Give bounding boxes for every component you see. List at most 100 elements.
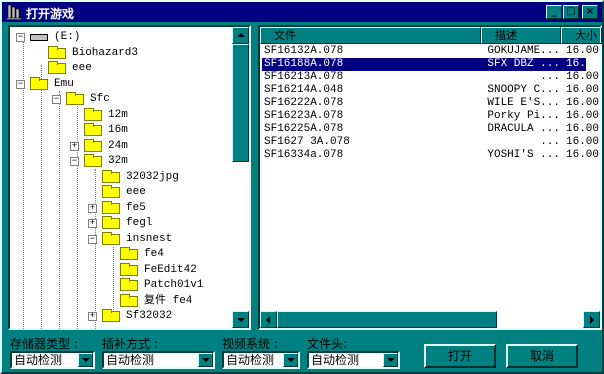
- cell-file: SF16225A.078: [264, 123, 344, 135]
- table-row[interactable]: SF16214A.048 SNOOPY C... 16.00: [262, 84, 599, 97]
- table-row[interactable]: SF16225A.078 DRACULA ... 16.00: [262, 123, 599, 136]
- tree-node-label: 24m: [108, 139, 128, 152]
- interp-mode-select[interactable]: 自动检测: [102, 351, 215, 369]
- collapse-icon[interactable]: −: [88, 234, 97, 244]
- table-row[interactable]: SF16188A.078 SFX DBZ ... 16.00: [262, 58, 599, 71]
- video-system-label: 视频系统 :: [222, 337, 278, 351]
- cell-description: DRACULA ...: [487, 123, 560, 135]
- tree-vertical-scrollbar[interactable]: [232, 27, 249, 328]
- chevron-down-icon[interactable]: [283, 353, 298, 367]
- file-header-value: 自动检测: [311, 353, 360, 367]
- folder-icon: [66, 92, 84, 105]
- cell-size: 16.00: [566, 58, 600, 70]
- tree-guide: [59, 91, 60, 329]
- table-row[interactable]: SF16222A.078 WILE E'S... 16.00: [262, 97, 599, 110]
- folder-icon: [102, 185, 120, 198]
- cell-size: 16.00: [566, 136, 600, 148]
- open-folder-icon: [84, 123, 102, 136]
- scroll-up-button[interactable]: [232, 27, 249, 44]
- tree-guide: [95, 169, 96, 329]
- cell-file: SF16334a.078: [264, 149, 344, 161]
- cell-description: WILE E'S...: [487, 97, 560, 109]
- cell-file: SF16223A.078: [264, 110, 344, 122]
- column-header-file[interactable]: 文件: [260, 27, 481, 44]
- open-button[interactable]: 打开: [424, 344, 496, 368]
- cancel-button[interactable]: 取消: [506, 344, 578, 368]
- arrow-up-icon: [237, 33, 245, 37]
- tree-node-label: fe5: [126, 201, 146, 214]
- close-icon: ×: [585, 6, 595, 17]
- collapse-icon[interactable]: −: [52, 95, 61, 104]
- video-system-select[interactable]: 自动检测: [222, 351, 300, 369]
- folder-icon: [102, 309, 120, 322]
- tree-node-label: 复件 fe4: [144, 294, 193, 307]
- expand-icon[interactable]: +: [70, 141, 79, 151]
- storage-type-select[interactable]: 自动检测: [10, 351, 95, 369]
- file-list[interactable]: 文件 描述 大小 SF16132A.078 GOKUJAME... 16.00 SF1…: [258, 25, 602, 330]
- expand-icon[interactable]: +: [88, 312, 97, 321]
- list-horizontal-scrollbar[interactable]: [260, 311, 600, 328]
- chevron-down-icon[interactable]: [78, 353, 93, 367]
- cell-size: 16.00: [566, 84, 600, 96]
- cell-description: ...: [540, 136, 560, 148]
- expand-icon[interactable]: +: [88, 203, 97, 213]
- folder-icon: [48, 45, 66, 59]
- column-header-description[interactable]: 描述: [481, 27, 561, 44]
- minimize-button[interactable]: _: [546, 5, 562, 19]
- table-row[interactable]: SF16213A.078... 16.00: [262, 71, 599, 84]
- table-row[interactable]: SF16334a.078 YOSHI'S ... 16.00: [262, 149, 599, 162]
- folder-icon: [48, 61, 66, 74]
- folder-icon: [120, 262, 138, 276]
- collapse-icon[interactable]: −: [16, 33, 25, 42]
- tree-node-label: FeEdit42: [144, 263, 197, 276]
- scroll-down-button[interactable]: [232, 311, 249, 328]
- table-row[interactable]: SF16223A.078 Porky Pi... 16.00: [262, 110, 599, 123]
- close-button[interactable]: ×: [582, 5, 598, 19]
- tree-scroll-thumb[interactable]: [232, 44, 249, 162]
- chevron-down-icon[interactable]: [198, 353, 213, 367]
- cell-file: SF16222A.078: [264, 97, 344, 109]
- cell-file: SF16213A.078: [264, 71, 344, 83]
- column-header-size[interactable]: 大小: [561, 27, 602, 44]
- folder-icon: [30, 76, 48, 90]
- cell-size: 16.00: [566, 149, 600, 161]
- title-bar[interactable]: 打开游戏 _ □ ×: [2, 2, 602, 22]
- scroll-right-button[interactable]: [583, 311, 600, 328]
- window-title: 打开游戏: [26, 7, 75, 21]
- cell-description: ...: [540, 71, 560, 83]
- collapse-icon[interactable]: −: [16, 79, 25, 89]
- tree-node-label: eee: [126, 186, 146, 198]
- cell-size: 16.00: [566, 97, 600, 109]
- folder-icon: [120, 247, 138, 260]
- file-header-select[interactable]: 自动检测: [307, 351, 400, 369]
- cell-size: 16.00: [566, 123, 600, 135]
- storage-type-value: 自动检测: [14, 353, 63, 367]
- directory-tree[interactable]: − (E:) Biohazard3 eee − Emu − Sfc 12m 16m +24m − 32m…: [8, 25, 251, 330]
- folder-icon: [120, 293, 138, 307]
- tree-node-label: fe4: [144, 248, 164, 260]
- arrow-down-icon: [237, 318, 245, 322]
- list-scroll-thumb[interactable]: [277, 311, 497, 328]
- cell-size: 16.00: [566, 45, 600, 57]
- arrow-left-icon: [266, 316, 270, 324]
- table-row[interactable]: SF1627 3A.078... 16.00: [262, 136, 599, 149]
- collapse-icon[interactable]: −: [70, 157, 79, 166]
- folder-icon: [120, 278, 138, 291]
- storage-type-label: 存储器类型 :: [10, 337, 78, 351]
- drive-icon: [30, 34, 48, 41]
- video-system-value: 自动检测: [226, 353, 275, 367]
- chevron-down-icon[interactable]: [383, 353, 398, 367]
- cell-file: SF1627 3A.078: [264, 136, 350, 148]
- folder-icon: [84, 107, 102, 121]
- app-icon: [7, 4, 21, 20]
- cell-description: Porky Pi...: [487, 110, 560, 122]
- table-row[interactable]: SF16132A.078 GOKUJAME... 16.00: [262, 45, 599, 58]
- maximize-button[interactable]: □: [563, 5, 579, 19]
- folder-icon: [102, 231, 120, 245]
- file-header-label: 文件头:: [307, 337, 348, 351]
- minimize-icon: _: [551, 6, 557, 17]
- cell-size: 16.00: [566, 110, 600, 122]
- expand-icon[interactable]: +: [88, 219, 97, 228]
- scroll-left-button[interactable]: [260, 311, 277, 328]
- folder-icon: [102, 200, 120, 214]
